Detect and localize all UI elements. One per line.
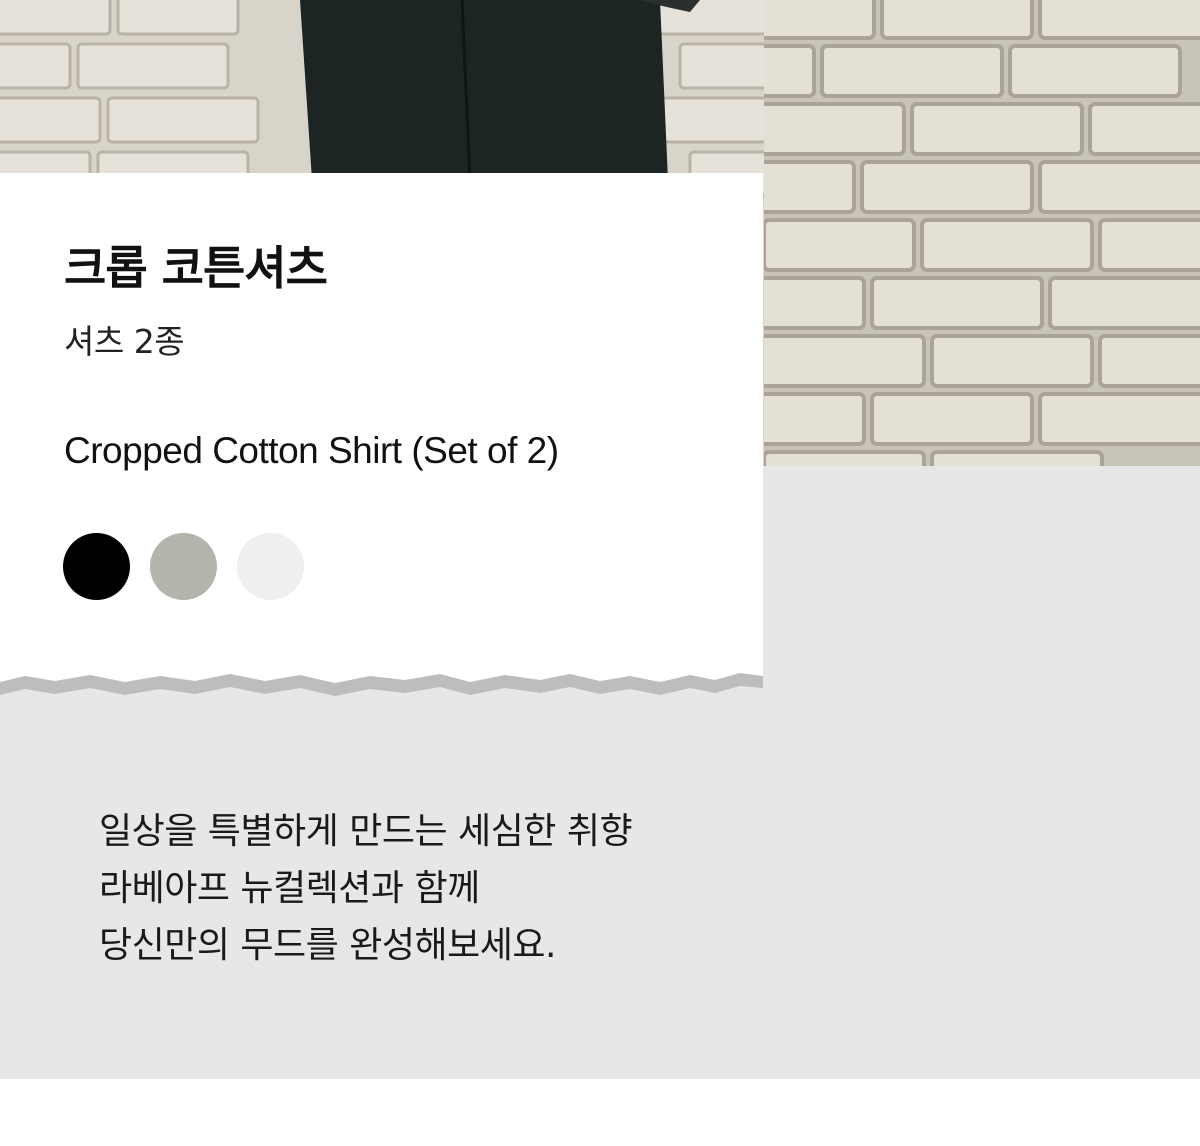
color-swatch-white[interactable]	[237, 533, 304, 600]
description-line: 일상을 특별하게 만드는 세심한 취향	[99, 811, 633, 852]
description-line: 라베아프 뉴컬렉션과 함께	[99, 868, 480, 909]
product-subtitle-korean: 셔츠 2종	[64, 322, 185, 361]
brick-wall-photo	[764, 0, 1200, 466]
color-swatch-gray[interactable]	[150, 533, 217, 600]
product-description: 일상을 특별하게 만드는 세심한 취향 라베아프 뉴컬렉션과 함께 당신만의 무…	[99, 810, 799, 981]
color-swatch-black[interactable]	[63, 533, 130, 600]
product-title-korean: 크롭 코튼셔츠	[64, 241, 328, 295]
product-info-card: 크롭 코튼셔츠 셔츠 2종 Cropped Cotton Shirt (Set …	[0, 173, 763, 705]
product-title-english: Cropped Cotton Shirt (Set of 2)	[64, 430, 559, 471]
description-line: 당신만의 무드를 완성해보세요.	[99, 925, 556, 966]
